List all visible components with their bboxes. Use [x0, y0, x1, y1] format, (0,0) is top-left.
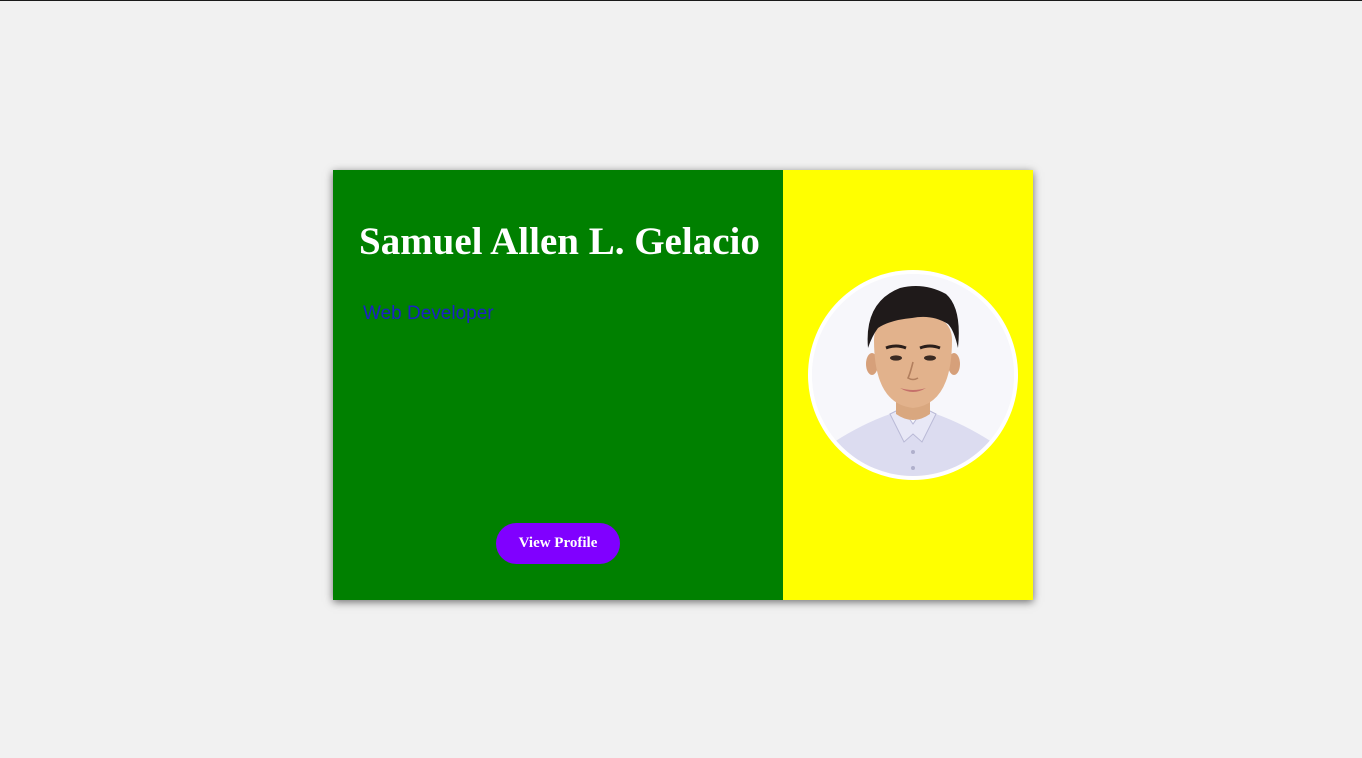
card-photo-panel — [783, 170, 1033, 600]
avatar — [812, 274, 1014, 476]
card-info-panel: Samuel Allen L. Gelacio Web Developer Vi… — [333, 170, 783, 600]
top-border-line — [0, 0, 1362, 1]
profile-name: Samuel Allen L. Gelacio — [359, 220, 760, 263]
profile-role: Web Developer — [363, 303, 494, 324]
view-profile-button[interactable]: View Profile — [496, 523, 620, 564]
avatar-frame — [808, 270, 1018, 480]
profile-photo-icon — [812, 274, 1014, 476]
profile-card: Samuel Allen L. Gelacio Web Developer Vi… — [333, 170, 1033, 600]
